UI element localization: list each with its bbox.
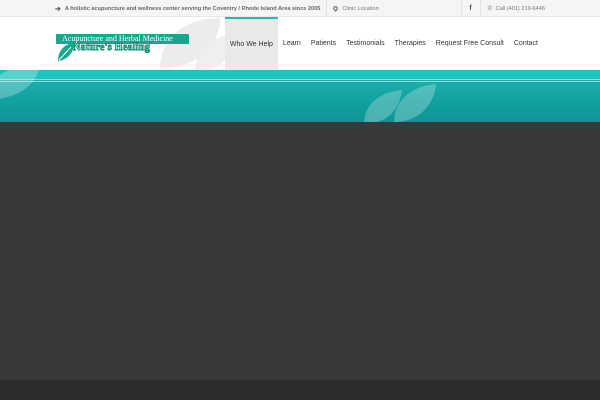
nav-item-who-we-help[interactable]: Who We Help	[224, 17, 278, 70]
call-phone-link[interactable]: ✆ Call (401) 219-6446	[481, 5, 545, 13]
arrow-right-icon: ➔	[55, 5, 61, 13]
banner-divider	[0, 81, 600, 82]
facebook-icon[interactable]: f	[460, 0, 481, 17]
logo-name: Nature's Healing	[73, 42, 151, 53]
phone-icon: ✆	[487, 6, 493, 12]
clinic-location-link[interactable]: Clinic Location	[333, 5, 379, 12]
site-header: Acupuncture and Herbal Medicine Nature's…	[0, 17, 600, 70]
map-pin-icon	[333, 5, 339, 12]
decorative-leaf-icon	[364, 84, 436, 122]
tagline-text: A holistic acupuncture and wellness cent…	[64, 5, 321, 12]
nav-item-patients[interactable]: Patients	[306, 17, 341, 70]
nav-item-testimonials[interactable]: Testimonials	[341, 17, 390, 70]
nav-item-therapies[interactable]: Therapies	[390, 17, 431, 70]
page-banner	[0, 70, 600, 122]
tagline: ➔ A holistic acupuncture and wellness ce…	[55, 5, 320, 13]
nav-item-contact[interactable]: Contact	[509, 17, 543, 70]
top-info-bar-inner: ➔ A holistic acupuncture and wellness ce…	[55, 0, 545, 17]
phone-label: Call (401) 219-6446	[495, 5, 545, 12]
main-nav: Who We Help Learn Patients Testimonials …	[224, 17, 543, 70]
clinic-location-label: Clinic Location	[342, 5, 379, 12]
main-content	[0, 122, 600, 380]
banner-top-stripe	[0, 70, 600, 80]
divider	[326, 0, 328, 17]
site-logo[interactable]: Acupuncture and Herbal Medicine Nature's…	[56, 34, 191, 64]
nav-item-request-free-consult[interactable]: Request Free Consult	[431, 17, 509, 70]
top-info-bar: ➔ A holistic acupuncture and wellness ce…	[0, 0, 600, 17]
decorative-leaf-icon	[0, 70, 39, 99]
footer	[0, 380, 600, 400]
nav-item-learn[interactable]: Learn	[278, 17, 306, 70]
